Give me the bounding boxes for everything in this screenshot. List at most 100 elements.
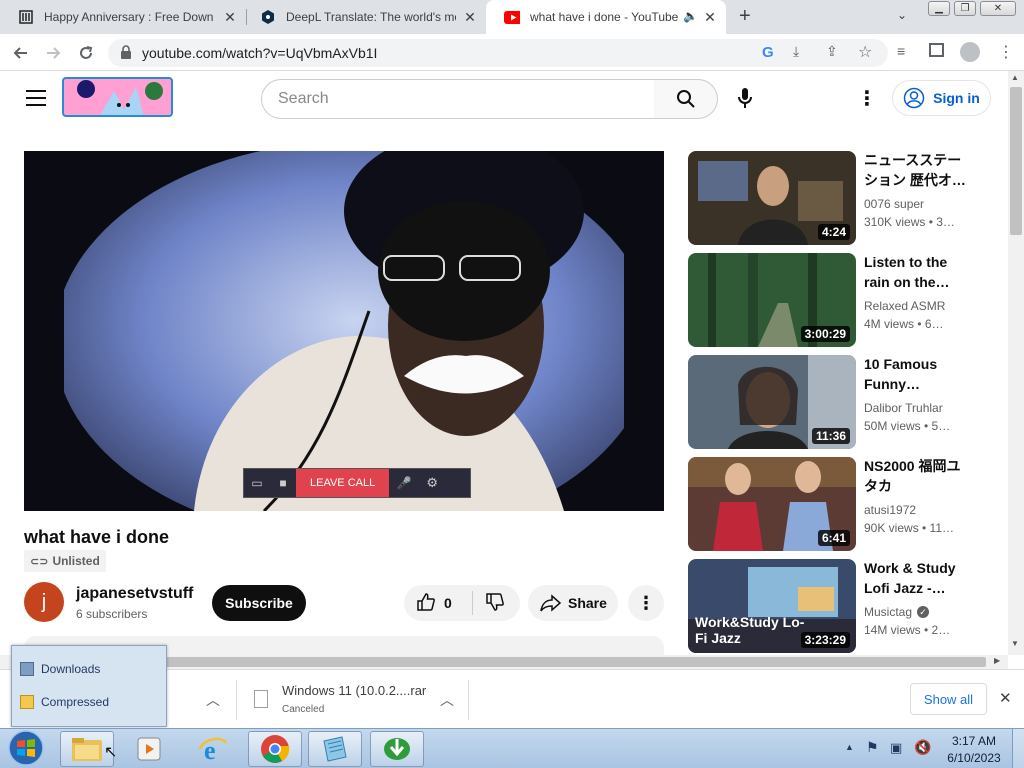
download-file-name[interactable]: Windows 11 (10.0.2....rar (282, 683, 427, 698)
show-all-button[interactable]: Show all (910, 683, 987, 715)
url-text[interactable]: youtube.com/watch?v=UqVbmAxVb1I (142, 45, 377, 61)
taskbar-media-player[interactable] (122, 731, 176, 767)
share-button[interactable]: Share (528, 585, 618, 621)
related-channel[interactable]: Musictag (864, 605, 912, 619)
tab-title: DeepL Translate: The world's mo (286, 10, 456, 24)
close-tab-icon[interactable]: ✕ (462, 9, 478, 26)
restore-button[interactable]: ❐ (954, 1, 976, 16)
clock-time: 3:17 AM (951, 734, 997, 748)
share-icon (540, 594, 562, 612)
channel-name[interactable]: japanesetvstuff (76, 585, 193, 603)
related-title[interactable]: Listen to the rain on the… (864, 252, 974, 292)
tray-expand-icon[interactable]: ▲ (845, 742, 854, 752)
hamburger-menu-icon[interactable] (26, 90, 46, 106)
related-channel[interactable]: Dalibor Truhlar (864, 401, 943, 415)
sign-in-button[interactable]: Sign in (892, 80, 991, 116)
taskbar-internet-explorer[interactable]: e (186, 731, 240, 767)
related-thumbnail[interactable]: 3:00:29 (688, 253, 856, 347)
chevron-up-icon[interactable]: ︿ (206, 690, 220, 710)
like-icon[interactable] (416, 592, 436, 615)
speaker-icon[interactable]: 🔈 (683, 9, 698, 23)
notepad-icon (323, 736, 347, 762)
tab-deepl[interactable]: DeepL Translate: The world's mo ✕ (242, 0, 486, 34)
scroll-right-icon[interactable]: ▶ (994, 656, 1000, 665)
related-channel-row[interactable]: Musictag ✓ (864, 605, 930, 619)
dislike-icon[interactable] (485, 592, 505, 615)
close-window-button[interactable]: ✕ (980, 1, 1016, 16)
related-thumbnail[interactable]: Work&Study Lo-Fi Jazz 3:23:29 (688, 559, 856, 653)
related-title[interactable]: 10 Famous Funny… (864, 354, 974, 394)
settings-gear-icon[interactable]: ⚙ (419, 475, 445, 491)
close-shelf-icon[interactable]: ✕ (999, 689, 1012, 707)
profile-avatar-icon[interactable] (960, 42, 980, 62)
search-button[interactable] (654, 79, 718, 119)
related-channel[interactable]: 0076 super (864, 197, 924, 211)
youtube-doodle-logo[interactable] (62, 77, 173, 117)
link-icon: ⊂⊃ (30, 555, 49, 568)
voice-search-icon[interactable] (737, 87, 753, 114)
clock[interactable]: 3:17 AM 6/10/2023 (941, 733, 1007, 767)
youtube-icon (504, 9, 520, 25)
related-thumbnail[interactable]: 6:41 (688, 457, 856, 551)
settings-menu-icon[interactable]: ⋮ (857, 86, 877, 111)
scroll-down-icon[interactable]: ▼ (1011, 639, 1019, 648)
install-icon[interactable]: ⤓ (793, 43, 799, 60)
shelf-divider (468, 680, 469, 720)
action-center-flag-icon[interactable]: ⚑ (866, 739, 879, 756)
start-button[interactable] (6, 729, 46, 767)
chat-icon[interactable]: ▭ (244, 476, 270, 490)
related-title[interactable]: Work & Study Lofi Jazz -… (864, 558, 974, 598)
share-label: Share (568, 595, 607, 611)
search-input[interactable]: Search (261, 79, 655, 119)
scroll-up-icon[interactable]: ▲ (1011, 73, 1019, 82)
media-control-icon[interactable]: ≡ (897, 43, 905, 59)
unlisted-label: Unlisted (52, 554, 100, 568)
taskbar-chrome[interactable] (248, 731, 302, 767)
minimize-button[interactable]: ▁ (928, 1, 950, 16)
related-thumbnail[interactable]: 11:36 (688, 355, 856, 449)
camera-icon[interactable]: ■ (270, 476, 296, 490)
chevron-up-icon[interactable]: ︿ (440, 690, 454, 710)
close-tab-icon[interactable]: ✕ (702, 9, 718, 26)
shelf-divider (236, 680, 237, 720)
video-duration: 11:36 (811, 428, 850, 444)
close-tab-icon[interactable]: ✕ (222, 9, 238, 26)
network-icon[interactable]: ▣ (890, 740, 902, 756)
leave-call-button[interactable]: LEAVE CALL (296, 469, 390, 497)
related-channel[interactable]: Relaxed ASMR (864, 299, 945, 313)
taskbar-notepad[interactable] (308, 731, 362, 767)
more-actions-icon[interactable]: ⋮ (628, 585, 664, 621)
new-tab-button[interactable]: + (739, 5, 751, 28)
tab-archive[interactable]: Happy Anniversary : Free Downlo ✕ (0, 0, 246, 34)
related-channel[interactable]: atusi1972 (864, 503, 916, 517)
like-divider (472, 591, 473, 615)
microphone-icon[interactable]: 🎤 (389, 476, 419, 490)
related-thumbnail[interactable]: 4:24 (688, 151, 856, 245)
video-player[interactable]: ▭ ■ LEAVE CALL 🎤 ⚙ (24, 151, 664, 511)
jump-item-compressed[interactable]: Compressed (20, 690, 109, 714)
related-title[interactable]: NS2000 福岡ユタカ (864, 456, 974, 496)
browser-menu-icon[interactable]: ⋮ (998, 42, 1014, 62)
subscribe-button[interactable]: Subscribe (212, 585, 306, 621)
unlisted-badge: ⊂⊃ Unlisted (24, 550, 106, 572)
reload-icon[interactable] (75, 42, 97, 64)
tab-search-icon[interactable]: ⌄ (897, 8, 907, 22)
related-title[interactable]: ニュースステーション 歴代オ… (864, 150, 974, 190)
lock-icon[interactable] (120, 45, 132, 64)
google-lens-icon[interactable]: G (762, 44, 774, 61)
vertical-scrollbar[interactable]: ▲ ▼ (1008, 71, 1024, 655)
volume-muted-icon[interactable]: 🔇 (914, 739, 931, 756)
channel-avatar[interactable]: j (24, 582, 64, 622)
forward-icon[interactable] (42, 42, 64, 64)
archive-icon (18, 9, 34, 25)
scrollbar-thumb[interactable] (1010, 87, 1022, 235)
back-icon[interactable] (10, 42, 32, 64)
show-desktop-button[interactable] (1012, 729, 1024, 768)
like-count: 0 (444, 595, 452, 611)
jump-item-downloads[interactable]: Downloads (20, 657, 100, 681)
share-page-icon[interactable]: ⇪ (826, 43, 838, 60)
side-panel-icon[interactable] (929, 43, 944, 57)
tab-youtube[interactable]: what have i done - YouTube 🔈 ✕ (486, 0, 726, 34)
bookmark-star-icon[interactable]: ☆ (858, 42, 872, 62)
taskbar-idm[interactable] (370, 731, 424, 767)
